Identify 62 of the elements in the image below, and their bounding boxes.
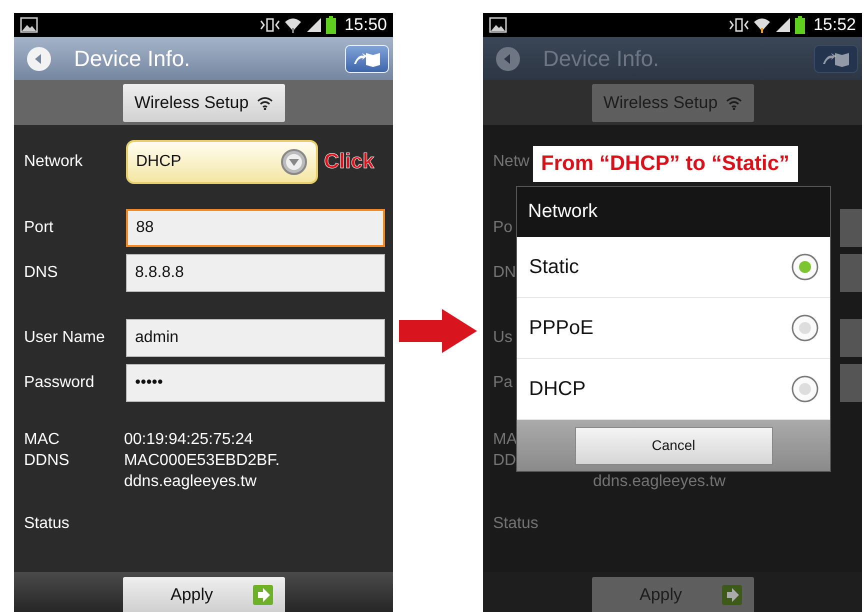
input-field[interactable]: 8.8.8.8 bbox=[126, 254, 385, 292]
input-field[interactable]: 88 bbox=[126, 209, 385, 247]
network-option[interactable]: DHCP bbox=[517, 359, 830, 420]
battery-icon bbox=[795, 16, 806, 34]
field-label: Port bbox=[24, 219, 54, 236]
field-label: User Name bbox=[24, 329, 105, 346]
info-label: DD bbox=[493, 452, 516, 469]
wireless-setup-button[interactable]: Wireless Setup bbox=[122, 84, 284, 122]
field-label: Password bbox=[24, 374, 94, 391]
dropdown-icon bbox=[280, 148, 308, 176]
instruction-callout: From “DHCP” to “Static” bbox=[533, 146, 798, 182]
radio-button[interactable] bbox=[791, 314, 819, 342]
info-value: MAC000E53EBD2BF. bbox=[124, 451, 280, 471]
back-icon[interactable] bbox=[495, 46, 521, 72]
battery-icon bbox=[326, 16, 336, 34]
click-label: Click bbox=[324, 149, 374, 176]
apply-button[interactable]: Apply bbox=[122, 577, 284, 612]
vibrate-icon bbox=[260, 17, 280, 33]
field-label: Netw bbox=[493, 153, 530, 170]
wifi-icon bbox=[284, 16, 302, 34]
screen-title: Device Info. bbox=[543, 45, 660, 73]
cancel-button[interactable]: Cancel bbox=[574, 426, 772, 464]
input-field[interactable] bbox=[840, 209, 862, 247]
status-time: 15:50 bbox=[344, 14, 387, 36]
signal-icon bbox=[775, 17, 792, 33]
network-option[interactable]: Static bbox=[517, 237, 830, 298]
info-label: Status bbox=[24, 515, 70, 532]
arrow-icon bbox=[398, 308, 478, 354]
status-time: 15:52 bbox=[813, 14, 856, 36]
input-field[interactable]: admin bbox=[126, 319, 385, 357]
info-value: ddns.eagleeyes.tw bbox=[593, 472, 726, 492]
info-label: MAC bbox=[24, 431, 60, 448]
back-icon[interactable] bbox=[26, 46, 52, 72]
network-option[interactable]: PPPoE bbox=[517, 298, 830, 359]
input-field[interactable] bbox=[840, 364, 862, 402]
radio-button[interactable] bbox=[791, 253, 819, 281]
field-label: DN bbox=[493, 264, 516, 281]
field-label: Us bbox=[493, 329, 513, 346]
screen-title: Device Info. bbox=[74, 45, 190, 73]
input-field[interactable] bbox=[840, 319, 862, 357]
field-label: Pa bbox=[493, 374, 513, 391]
network-dropdown[interactable]: DHCP bbox=[126, 140, 318, 184]
input-field[interactable] bbox=[840, 254, 862, 292]
dialog-title: Network bbox=[517, 187, 830, 237]
info-label: MA bbox=[493, 431, 517, 448]
vibrate-icon bbox=[729, 17, 750, 33]
field-label: DNS bbox=[24, 264, 58, 281]
input-field[interactable]: ••••• bbox=[126, 364, 385, 402]
book-button[interactable] bbox=[814, 44, 858, 72]
image-icon bbox=[489, 17, 507, 33]
info-value: 00:19:94:25:75:24 bbox=[124, 430, 254, 450]
wifi-icon bbox=[256, 96, 273, 110]
wifi-icon bbox=[753, 16, 772, 34]
wifi-icon bbox=[726, 96, 742, 110]
info-label: Status bbox=[493, 515, 538, 532]
field-label: Network bbox=[24, 153, 83, 170]
info-value: ddns.eagleeyes.tw bbox=[124, 472, 258, 492]
signal-icon bbox=[306, 17, 322, 33]
info-label: DDNS bbox=[24, 452, 70, 469]
field-label: Po bbox=[493, 219, 513, 236]
radio-button[interactable] bbox=[791, 375, 819, 403]
image-icon bbox=[20, 17, 38, 33]
